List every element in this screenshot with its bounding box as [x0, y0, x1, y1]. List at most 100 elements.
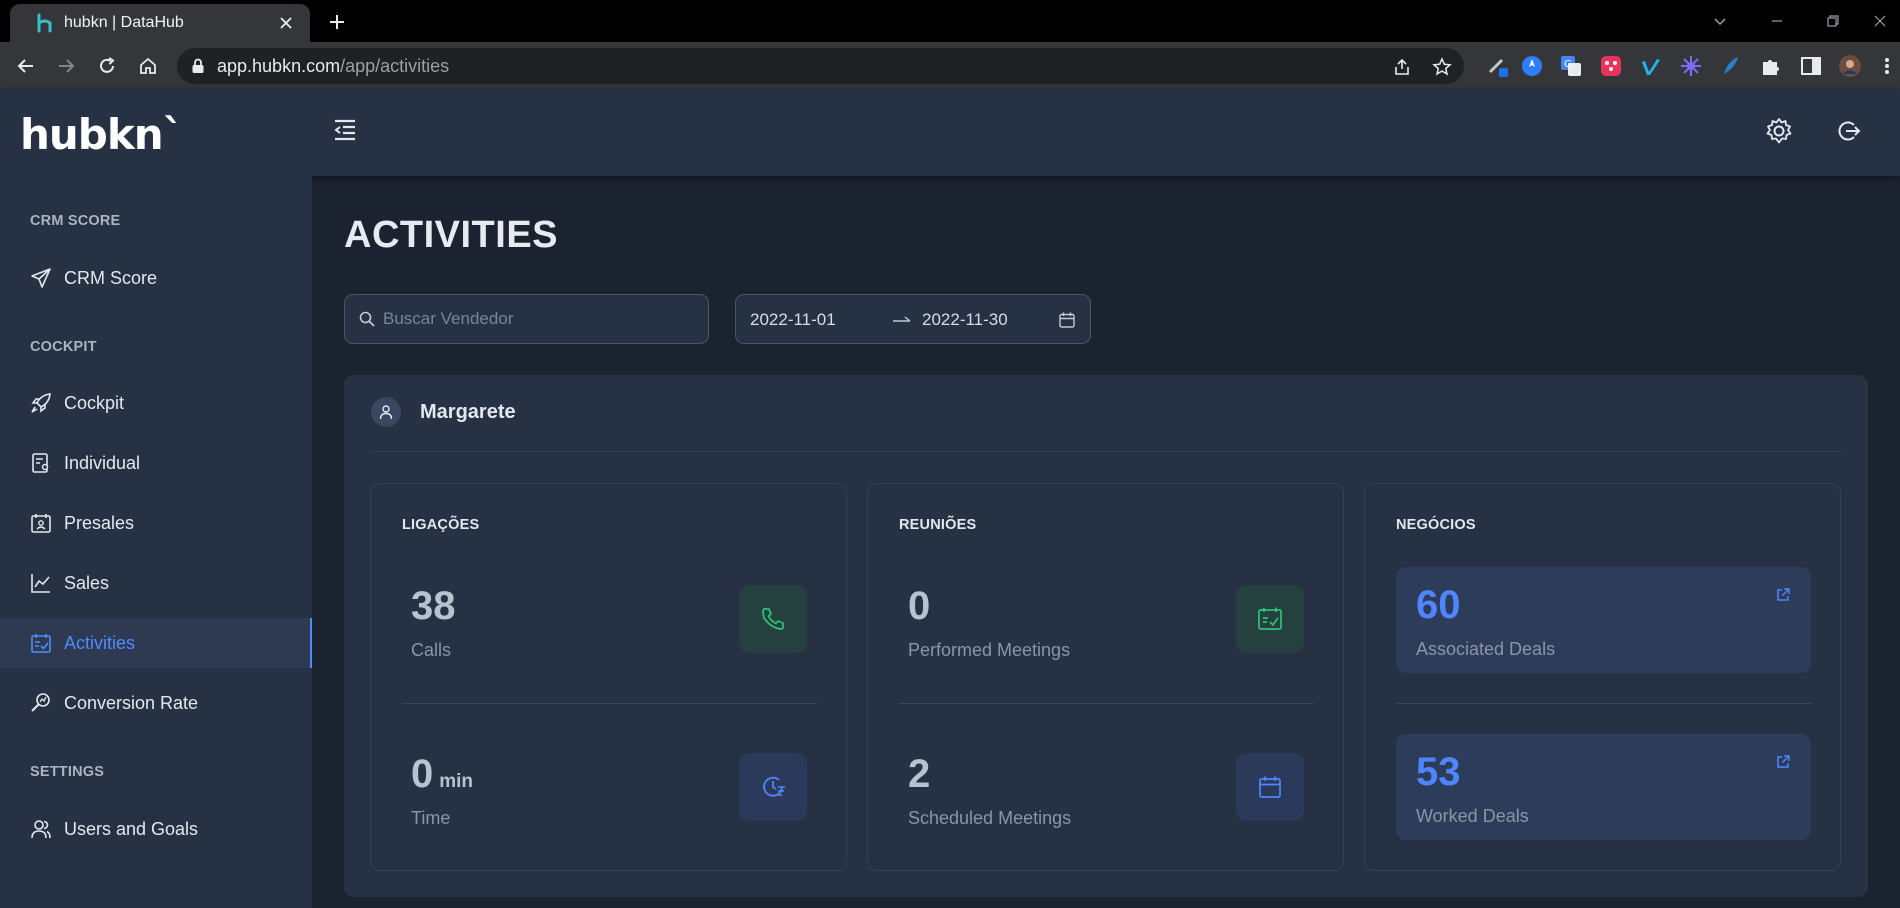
home-icon[interactable] [134, 52, 162, 80]
card-title: LIGAÇÕES [402, 517, 480, 533]
sidebar-item-label: Activities [64, 632, 136, 653]
user-avatar [371, 397, 401, 427]
sidebar-item-crm-score[interactable]: CRM Score [0, 253, 312, 303]
sidebar-item-activities[interactable]: Activities [0, 618, 312, 668]
close-window-icon[interactable] [1860, 8, 1900, 34]
hubkn-favicon-icon [37, 13, 52, 33]
lock-icon [192, 58, 204, 73]
search-chart-icon [31, 693, 50, 712]
phone-icon [762, 608, 784, 630]
card-divider [899, 703, 1314, 704]
card-divider [402, 703, 817, 704]
minimize-icon[interactable] [1757, 8, 1797, 34]
phone-tile [739, 585, 807, 653]
calendar-user-icon [31, 514, 51, 533]
tab-title: hubkn | DataHub [64, 14, 184, 31]
performed-meetings-label: Performed Meetings [908, 640, 1071, 660]
bookmark-star-icon[interactable] [1430, 55, 1454, 79]
scheduled-meetings-count: 2 [908, 752, 931, 796]
translate-extension-icon[interactable]: G [1559, 54, 1583, 78]
date-range-picker[interactable]: 2022-11-01 2022-11-30 [735, 294, 1091, 344]
calls-card: LIGAÇÕES 38 Calls 0 min Time [370, 483, 847, 871]
browser-tab[interactable]: hubkn | DataHub [10, 4, 310, 42]
browser-tab-strip: hubkn | DataHub [0, 0, 1900, 42]
search-seller-field[interactable] [344, 294, 709, 344]
date-start[interactable]: 2022-11-01 [750, 310, 836, 330]
section-settings: SETTINGS [30, 764, 105, 780]
associated-deals-count: 60 [1416, 583, 1461, 627]
line-chart-icon [31, 574, 50, 593]
sidebar-item-presales[interactable]: Presales [0, 498, 312, 548]
arrow-right-icon [893, 316, 911, 322]
calls-label: Calls [411, 640, 452, 660]
sidebar-item-label: Cockpit [64, 392, 125, 413]
sidebar: CRM SCORE CRM Score COCKPIT Cockpit Indi… [0, 176, 312, 908]
worked-deals-tile[interactable]: 53 Worked Deals [1396, 734, 1811, 840]
share-icon[interactable] [1390, 55, 1414, 79]
seller-name: Margarete [420, 401, 516, 423]
side-panel-icon[interactable] [1799, 54, 1823, 78]
forward-icon[interactable] [52, 52, 80, 80]
call-time-value: 0 [411, 752, 434, 796]
feather-extension-icon[interactable] [1719, 54, 1743, 78]
external-link-icon[interactable] [1775, 587, 1791, 603]
reload-icon[interactable] [93, 52, 121, 80]
sidebar-item-cockpit[interactable]: Cockpit [0, 378, 312, 428]
associated-deals-tile[interactable]: 60 Associated Deals [1396, 567, 1811, 673]
app-header [0, 89, 1900, 176]
search-seller-input[interactable] [383, 309, 683, 329]
sidebar-item-individual[interactable]: Individual [0, 438, 312, 488]
vimeo-extension-icon[interactable] [1639, 54, 1663, 78]
restore-icon[interactable] [1813, 8, 1853, 34]
calendar-icon[interactable] [1058, 311, 1076, 329]
rocket-icon [31, 393, 51, 413]
section-crm-score: CRM SCORE [30, 213, 121, 229]
sidebar-item-label: Presales [64, 512, 135, 533]
card-divider [1396, 703, 1811, 704]
profile-avatar-icon[interactable] [1838, 54, 1862, 78]
external-link-icon[interactable] [1775, 754, 1791, 770]
page-title: ACTIVITIES [344, 214, 559, 256]
sidebar-item-label: CRM Score [64, 267, 158, 288]
date-end[interactable]: 2022-11-30 [922, 310, 1008, 330]
call-time-label: Time [411, 808, 451, 828]
meetings-card: REUNIÕES 0 Performed Meetings 2 Schedule… [867, 483, 1344, 871]
logout-icon[interactable] [1834, 116, 1864, 146]
sidebar-item-label: Conversion Rate [64, 692, 199, 713]
address-bar[interactable]: app.hubkn.com/app/activities [177, 48, 1464, 84]
calendar-check-tile [1236, 585, 1304, 653]
new-tab-icon[interactable] [323, 8, 351, 36]
sparkle-extension-icon[interactable] [1679, 54, 1703, 78]
puzzle-extension-icon[interactable] [1759, 54, 1783, 78]
url-text: app.hubkn.com/app/activities [217, 56, 449, 77]
rocket-extension-icon[interactable] [1520, 54, 1544, 78]
call-time-unit: min [439, 771, 474, 792]
sidebar-item-label: Sales [64, 572, 110, 593]
url-path: /app/activities [340, 55, 450, 76]
worked-deals-count: 53 [1416, 750, 1461, 794]
calendar-check-icon [31, 634, 51, 653]
tab-close-icon[interactable] [274, 11, 298, 35]
worked-deals-label: Worked Deals [1416, 806, 1529, 826]
search-icon [359, 311, 375, 327]
sidebar-item-users-and-goals[interactable]: Users and Goals [0, 804, 312, 854]
calendar-check-icon [1258, 607, 1282, 630]
sidebar-item-label: Users and Goals [64, 818, 199, 839]
card-title: REUNIÕES [899, 517, 977, 533]
divider [370, 451, 1842, 452]
pen-extension-icon[interactable] [1486, 54, 1510, 78]
browser-menu-icon[interactable] [1880, 54, 1894, 78]
collapse-menu-icon[interactable] [332, 117, 358, 143]
hubkn-logo[interactable]: hubkn` [20, 110, 184, 159]
red-extension-icon[interactable] [1599, 54, 1623, 78]
scheduled-meetings-label: Scheduled Meetings [908, 808, 1072, 828]
card-title: NEGÓCIOS [1396, 517, 1476, 533]
tab-search-icon[interactable] [1700, 8, 1740, 34]
back-icon[interactable] [12, 52, 40, 80]
sidebar-item-conversion-rate[interactable]: Conversion Rate [0, 678, 312, 728]
calendar-tile [1236, 753, 1304, 821]
sidebar-item-label: Individual [64, 452, 141, 473]
sidebar-item-sales[interactable]: Sales [0, 558, 312, 608]
gear-icon[interactable] [1764, 116, 1794, 146]
send-icon [31, 268, 51, 288]
